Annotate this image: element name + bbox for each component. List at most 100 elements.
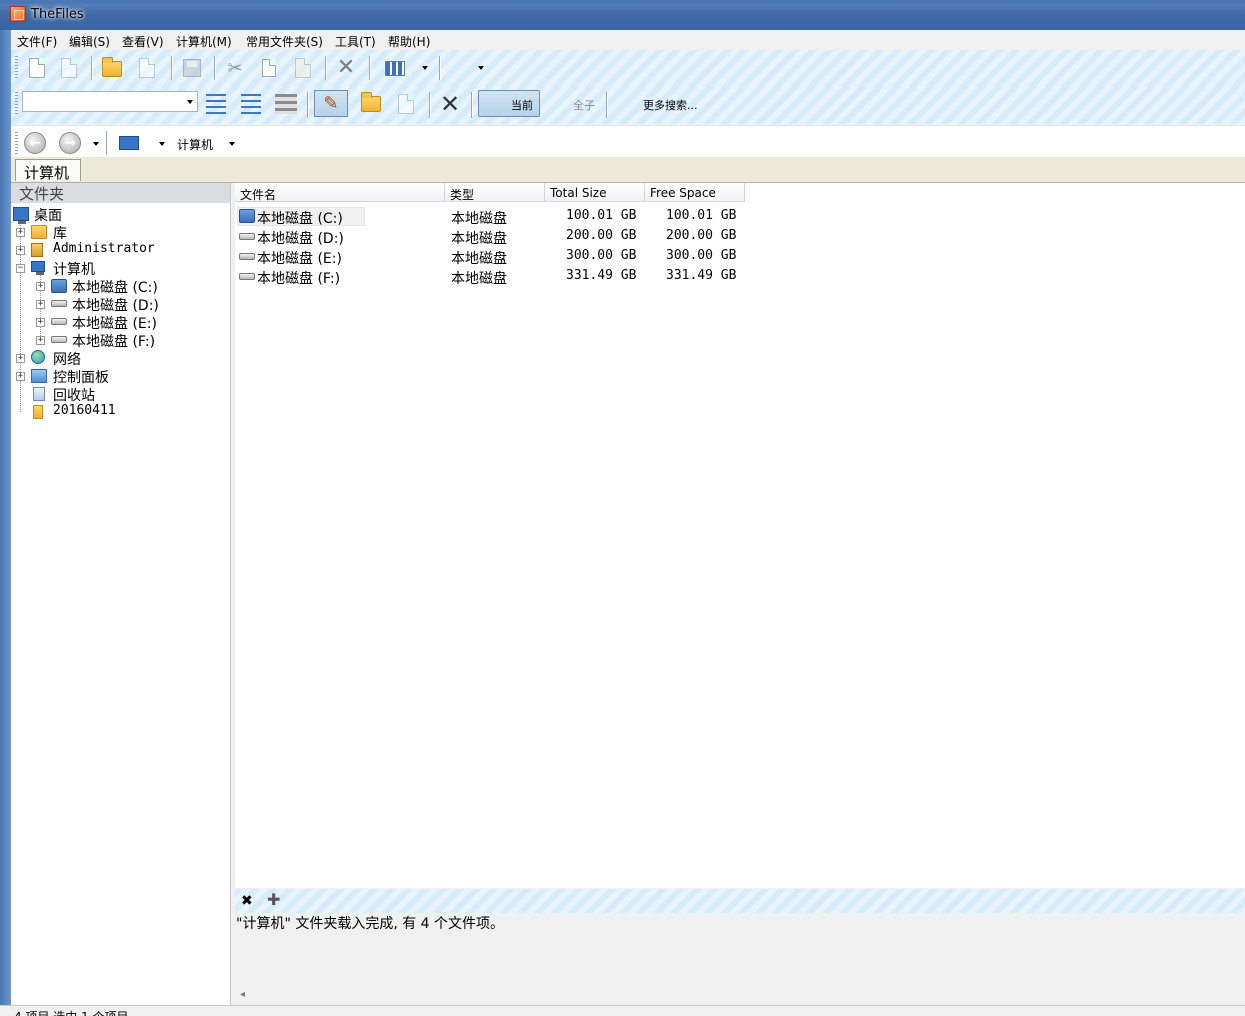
browse-folder-button[interactable] bbox=[358, 91, 384, 117]
tree-collapse-button[interactable] bbox=[203, 91, 229, 117]
expand-icon[interactable]: + bbox=[16, 354, 25, 363]
add-icon[interactable]: ✚ bbox=[267, 892, 280, 908]
title-bar-edge bbox=[0, 0, 1245, 4]
back-button[interactable]: ← bbox=[24, 132, 46, 154]
column-header-free-space[interactable]: Free Space bbox=[645, 183, 745, 202]
tab-computer-label: 计算机 bbox=[24, 164, 70, 182]
menu-edit[interactable]: 编辑(S) bbox=[69, 33, 110, 50]
toolbar-grip[interactable] bbox=[15, 132, 18, 156]
scope-all-button[interactable]: 全子 bbox=[573, 97, 595, 113]
menu-file[interactable]: 文件(F) bbox=[17, 33, 57, 50]
table-row[interactable]: 本地磁盘 (D:) 本地磁盘 200.00 GB 200.00 GB bbox=[235, 227, 745, 247]
main-toolbar: ✂ ✕ bbox=[11, 50, 1245, 86]
delete-button[interactable]: ✕ bbox=[333, 55, 359, 81]
scroll-left-icon[interactable]: ◂ bbox=[240, 989, 245, 1000]
open-folder-icon bbox=[102, 57, 122, 77]
tab-computer[interactable]: 计算机 bbox=[15, 159, 81, 182]
toolbar-separator bbox=[214, 56, 215, 80]
document-button[interactable] bbox=[393, 91, 419, 117]
open-file-button[interactable] bbox=[134, 55, 160, 81]
toolbar-separator bbox=[369, 56, 370, 80]
extra-dropdown-icon[interactable] bbox=[478, 66, 484, 70]
window-title: TheFiles bbox=[31, 7, 84, 22]
computer-icon[interactable] bbox=[119, 136, 139, 150]
paste-button[interactable] bbox=[290, 55, 316, 81]
back-arrow-icon: ← bbox=[29, 135, 41, 151]
forward-button[interactable]: → bbox=[59, 132, 81, 154]
column-header-name[interactable]: 文件名 bbox=[235, 183, 445, 202]
toolbar-separator bbox=[606, 92, 607, 118]
cut-button[interactable]: ✂ bbox=[222, 55, 248, 81]
menu-favorites[interactable]: 常用文件夹(S) bbox=[246, 33, 323, 50]
menu-tools[interactable]: 工具(T) bbox=[335, 33, 376, 50]
history-dropdown-icon[interactable] bbox=[93, 142, 99, 146]
view-mode-button[interactable] bbox=[382, 55, 408, 81]
scope-current-button[interactable]: 当前 bbox=[478, 90, 540, 117]
toolbar-separator bbox=[471, 92, 472, 118]
edit-button[interactable]: ✎ bbox=[314, 90, 348, 117]
list-view-button[interactable] bbox=[273, 91, 299, 117]
column-header-type[interactable]: 类型 bbox=[445, 183, 545, 202]
search-combo-dropdown-icon[interactable] bbox=[187, 100, 193, 104]
more-search-button[interactable]: 更多搜索... bbox=[643, 97, 698, 113]
folder-tree-header: 文件夹 bbox=[11, 183, 230, 203]
toolbar-grip[interactable] bbox=[15, 56, 18, 80]
location-root-dropdown-icon[interactable] bbox=[159, 142, 165, 146]
search-combo[interactable] bbox=[22, 91, 198, 112]
expand-icon[interactable]: + bbox=[36, 336, 45, 345]
scissors-icon: ✂ bbox=[227, 57, 243, 79]
tree-expand-button[interactable] bbox=[238, 91, 264, 117]
control-panel-icon bbox=[31, 369, 47, 383]
clear-search-button[interactable]: ✕ bbox=[437, 91, 463, 117]
folder-icon bbox=[33, 405, 43, 419]
delete-icon: ✕ bbox=[336, 55, 356, 80]
paste-icon bbox=[295, 58, 311, 78]
save-button[interactable] bbox=[179, 55, 205, 81]
horizontal-scrollbar[interactable]: ◂ bbox=[235, 988, 1245, 1004]
toolbar-grip[interactable] bbox=[15, 92, 18, 116]
table-row[interactable]: 本地磁盘 (F:) 本地磁盘 331.49 GB 331.49 GB bbox=[235, 267, 745, 287]
toolbar-separator bbox=[429, 92, 430, 118]
network-icon bbox=[31, 350, 45, 364]
expand-icon[interactable]: + bbox=[36, 318, 45, 327]
menu-help[interactable]: 帮助(H) bbox=[388, 33, 430, 50]
new-file-icon bbox=[29, 58, 45, 78]
expand-icon[interactable]: + bbox=[16, 228, 25, 237]
menu-computer[interactable]: 计算机(M) bbox=[176, 33, 232, 50]
forward-arrow-icon: → bbox=[64, 135, 76, 151]
view-mode-dropdown-icon[interactable] bbox=[422, 66, 428, 70]
copy-button[interactable] bbox=[256, 55, 282, 81]
copy-icon bbox=[262, 59, 276, 77]
new-blank-button[interactable] bbox=[56, 55, 82, 81]
blank-document-icon bbox=[61, 58, 77, 78]
drive-icon bbox=[51, 336, 67, 343]
grid-view-icon bbox=[385, 60, 405, 76]
breadcrumb-computer[interactable]: 计算机 bbox=[177, 136, 213, 153]
menu-bar: 文件(F) 编辑(S) 查看(V) 计算机(M) 常用文件夹(S) 工具(T) … bbox=[11, 30, 1245, 51]
table-row[interactable]: 本地磁盘 (E:) 本地磁盘 300.00 GB 300.00 GB bbox=[235, 247, 745, 267]
log-toolbar: ✖ ✚ bbox=[235, 889, 1245, 913]
column-header-total-size[interactable]: Total Size bbox=[545, 183, 645, 202]
status-bar: 4 项目 选中 1 个项目 bbox=[0, 1005, 1245, 1016]
scope-current-label: 当前 bbox=[511, 99, 533, 112]
expand-icon[interactable]: + bbox=[36, 300, 45, 309]
expand-icon[interactable]: + bbox=[16, 246, 25, 255]
open-folder-button[interactable] bbox=[99, 56, 125, 82]
collapse-icon[interactable]: − bbox=[16, 264, 25, 273]
drive-icon bbox=[239, 233, 255, 240]
tab-strip: 计算机 bbox=[11, 157, 1245, 183]
menu-view[interactable]: 查看(V) bbox=[122, 33, 164, 50]
toolbar-separator bbox=[91, 56, 92, 80]
expand-icon[interactable]: + bbox=[16, 372, 25, 381]
drive-icon bbox=[239, 273, 255, 280]
expand-icon[interactable]: + bbox=[36, 282, 45, 291]
folder-tree-title: 文件夹 bbox=[19, 185, 65, 203]
close-icon: ✕ bbox=[439, 90, 461, 118]
open-file-icon bbox=[139, 58, 155, 78]
table-row[interactable]: 本地磁盘 (C:) 本地磁盘 100.01 GB 100.01 GB bbox=[235, 207, 745, 227]
new-file-button[interactable] bbox=[24, 55, 50, 81]
breadcrumb-dropdown-icon[interactable] bbox=[229, 142, 235, 146]
clear-log-icon[interactable]: ✖ bbox=[241, 894, 253, 908]
tree-expand-icon bbox=[241, 94, 261, 114]
app-icon[interactable] bbox=[10, 6, 26, 22]
